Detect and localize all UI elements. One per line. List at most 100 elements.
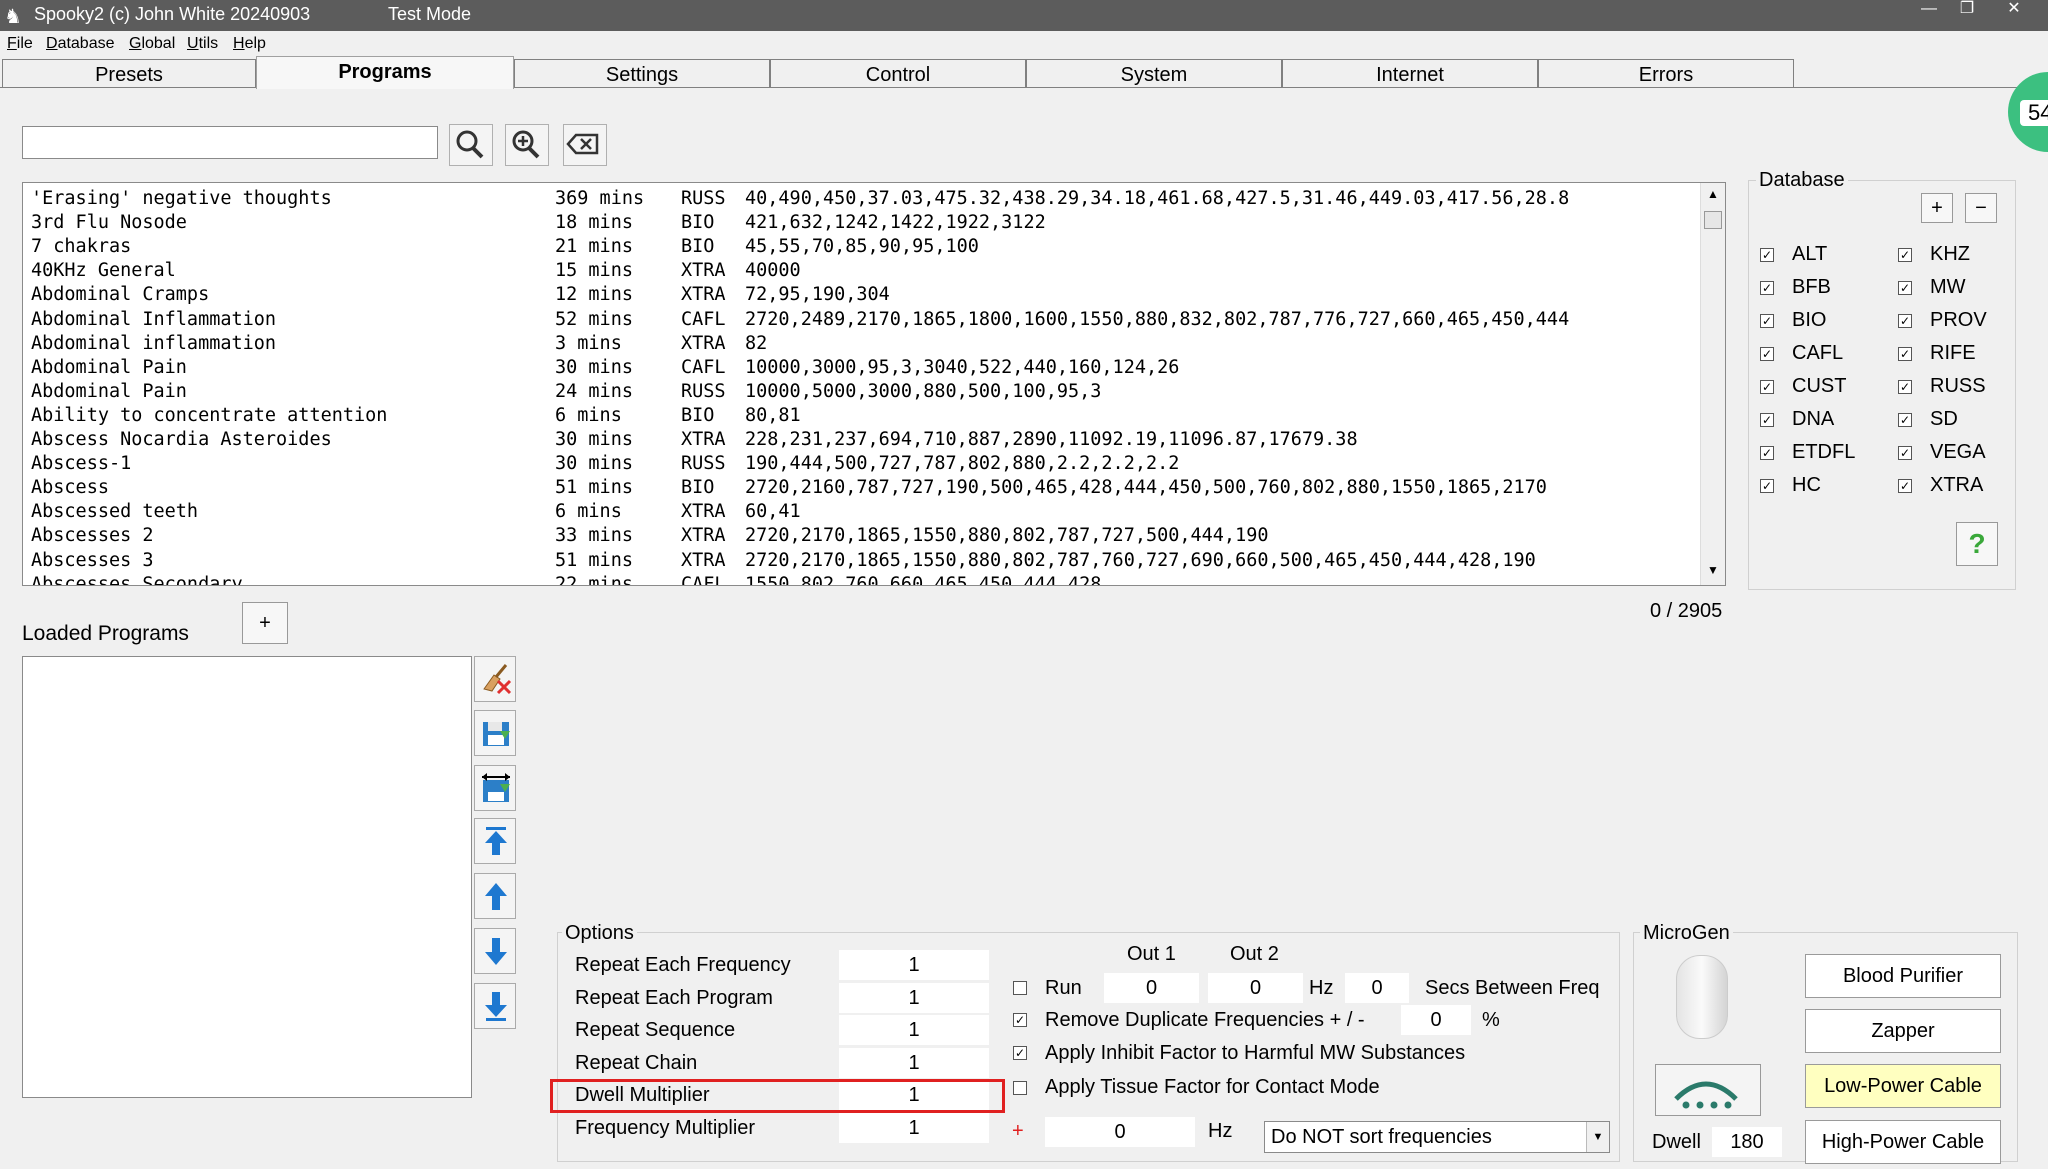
close-button[interactable]: ✕ [1986, 0, 2042, 20]
loaded-add-button[interactable]: + [242, 602, 288, 644]
zoom-search-button[interactable] [505, 124, 549, 166]
program-frequencies: 40,490,450,37.03,475.32,438.29,34.18,461… [745, 188, 1570, 209]
zoom-in-icon [512, 130, 540, 159]
menu-utils[interactable]: Utils [187, 35, 218, 53]
database-khz-checkbox[interactable]: ✓ [1898, 248, 1912, 262]
menu-global[interactable]: Global [129, 35, 175, 53]
repeat-sequence-field[interactable]: 1 [839, 1015, 989, 1045]
database-label: Database [1756, 169, 1848, 192]
frequency-multiplier-field[interactable]: 1 [839, 1113, 989, 1143]
tab-system[interactable]: System [1026, 59, 1282, 87]
secs-between-label: Secs Between Freq [1425, 977, 1600, 999]
run-out2-field[interactable]: 0 [1208, 973, 1303, 1003]
program-database: CAFL [681, 573, 726, 586]
high-power-cable-button[interactable]: High-Power Cable [1805, 1120, 2001, 1164]
minimize-button[interactable]: — [1910, 0, 1948, 20]
run-label: Run [1045, 977, 1082, 999]
dwell-field[interactable]: 180 [1712, 1127, 1782, 1157]
frequency-offset-field[interactable]: 0 [1045, 1117, 1195, 1147]
menu-database[interactable]: Database [46, 35, 115, 53]
tab-control[interactable]: Control [770, 59, 1026, 87]
program-duration: 369 mins [555, 188, 645, 209]
secs-between-field[interactable]: 0 [1345, 973, 1409, 1003]
program-duration: 30 mins [555, 429, 633, 450]
repeat-each-program-field[interactable]: 1 [839, 983, 989, 1013]
tab-settings[interactable]: Settings [514, 59, 770, 87]
blood-purifier-button[interactable]: Blood Purifier [1805, 954, 2001, 998]
microgen-signal-button[interactable] [1655, 1064, 1761, 1116]
database-rife-checkbox[interactable]: ✓ [1898, 347, 1912, 361]
search-button[interactable] [449, 124, 493, 166]
tab-programs[interactable]: Programs [256, 56, 514, 89]
save-swap-icon [482, 773, 510, 802]
database-bfb-checkbox[interactable]: ✓ [1760, 281, 1774, 295]
database-dna-checkbox[interactable]: ✓ [1760, 413, 1774, 427]
database-remove-button[interactable]: − [1965, 193, 1997, 223]
scroll-thumb[interactable] [1704, 211, 1722, 229]
search-input[interactable] [22, 126, 438, 159]
database-etdfl-label: ETDFL [1792, 441, 1856, 463]
window-title: Spooky2 (c) John White 20240903 [34, 4, 311, 24]
database-help-button[interactable]: ? [1956, 522, 1998, 566]
menu-file[interactable]: File [7, 35, 33, 53]
database-etdfl-checkbox[interactable]: ✓ [1760, 446, 1774, 460]
tab-internet[interactable]: Internet [1282, 59, 1538, 87]
save-loaded-button[interactable] [474, 710, 516, 756]
move-up-button[interactable] [474, 873, 516, 919]
database-alt-checkbox[interactable]: ✓ [1760, 248, 1774, 262]
database-russ-checkbox[interactable]: ✓ [1898, 380, 1912, 394]
tissue-factor-checkbox[interactable] [1013, 1081, 1027, 1095]
program-name: Abscesses 3 [31, 549, 154, 571]
database-mw-checkbox[interactable]: ✓ [1898, 281, 1912, 295]
database-sd-checkbox[interactable]: ✓ [1898, 413, 1912, 427]
chevron-down-icon[interactable]: ▼ [1586, 1122, 1609, 1152]
database-bfb-label: BFB [1792, 276, 1831, 298]
database-cust-checkbox[interactable]: ✓ [1760, 380, 1774, 394]
tab-errors[interactable]: Errors [1538, 59, 1794, 87]
remove-duplicates-checkbox[interactable]: ✓ [1013, 1013, 1027, 1027]
sort-select[interactable]: Do NOT sort frequencies ▼ [1264, 1121, 1610, 1153]
program-frequencies: 2720,2170,1865,1550,880,802,787,727,500,… [745, 525, 1269, 547]
repeat-chain-field[interactable]: 1 [839, 1048, 989, 1078]
scroll-up-icon[interactable]: ▲ [1707, 187, 1719, 201]
program-database: BIO [681, 404, 715, 426]
clear-loaded-button[interactable] [474, 656, 516, 702]
run-checkbox[interactable] [1013, 981, 1027, 995]
database-add-button[interactable]: + [1921, 193, 1953, 223]
program-list-scrollbar[interactable]: ▲ ▼ [1700, 183, 1725, 585]
swap-loaded-button[interactable] [474, 765, 516, 811]
program-duration: 21 mins [555, 236, 633, 258]
database-prov-checkbox[interactable]: ✓ [1898, 314, 1912, 328]
program-duration: 52 mins [555, 308, 633, 330]
zapper-button[interactable]: Zapper [1805, 1009, 2001, 1053]
program-database: BIO [681, 236, 715, 258]
tab-presets[interactable]: Presets [2, 59, 256, 87]
database-cafl-checkbox[interactable]: ✓ [1760, 347, 1774, 361]
program-name: Abdominal Pain [31, 356, 187, 378]
database-xtra-checkbox[interactable]: ✓ [1898, 479, 1912, 493]
repeat-each-frequency-field[interactable]: 1 [839, 950, 989, 980]
database-hc-checkbox[interactable]: ✓ [1760, 479, 1774, 493]
inhibit-factor-checkbox[interactable]: ✓ [1013, 1046, 1027, 1060]
move-bottom-button[interactable] [474, 983, 516, 1029]
move-top-button[interactable] [474, 818, 516, 864]
clear-search-button[interactable] [563, 124, 607, 166]
program-duration: 30 mins [555, 453, 633, 475]
loaded-programs-list[interactable] [22, 656, 472, 1098]
program-duration: 3 mins [555, 332, 622, 354]
app-icon: ♞ [4, 6, 22, 28]
program-frequencies: 40000 [745, 260, 801, 282]
backspace-icon [566, 133, 599, 155]
move-down-button[interactable] [474, 928, 516, 974]
menu-help[interactable]: Help [233, 35, 266, 53]
database-vega-checkbox[interactable]: ✓ [1898, 446, 1912, 460]
database-bio-checkbox[interactable]: ✓ [1760, 314, 1774, 328]
low-power-cable-button[interactable]: Low-Power Cable [1805, 1064, 2001, 1108]
program-frequencies: 80,81 [745, 404, 801, 426]
run-out1-field[interactable]: 0 [1104, 973, 1199, 1003]
scroll-down-icon[interactable]: ▼ [1707, 563, 1719, 577]
remove-duplicates-field[interactable]: 0 [1401, 1005, 1471, 1035]
restore-button[interactable]: ❐ [1948, 0, 1986, 20]
program-database: RUSS [681, 453, 726, 475]
program-list[interactable]: 'Erasing' negative thoughts 369 mins RUSS 4… [22, 182, 1726, 586]
